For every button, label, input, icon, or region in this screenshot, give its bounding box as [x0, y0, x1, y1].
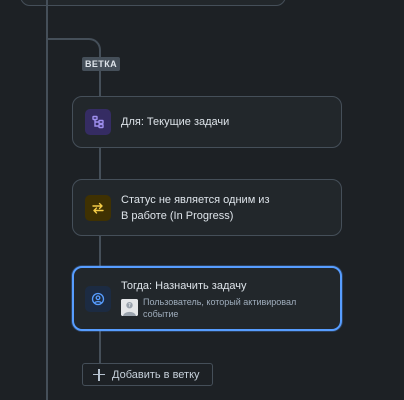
user-avatar: ? [121, 299, 138, 316]
rule-builder-canvas: ВЕТКА Для: Текущие задачи Статус не явля… [0, 0, 404, 400]
card-title: Для: Текущие задачи [121, 116, 230, 128]
swap-arrows-icon [85, 194, 111, 221]
action-subtitle-continued: событие [143, 308, 179, 319]
branch-label: ВЕТКА [82, 57, 120, 71]
add-to-branch-button[interactable]: Добавить в ветку [82, 363, 213, 386]
condition-card[interactable]: Статус не является одним из В работе (In… [72, 179, 342, 236]
action-title: Тогда: Назначить задачу [121, 279, 247, 292]
action-card-selected[interactable]: Тогда: Назначить задачу ? Пользователь, … [72, 266, 342, 331]
previous-component-card[interactable] [20, 0, 286, 6]
condition-value: В работе (In Progress) [121, 209, 234, 222]
action-subtitle: Пользователь, который активировал [143, 296, 297, 307]
plus-icon [93, 368, 105, 381]
branch-for-card[interactable]: Для: Текущие задачи [72, 96, 342, 148]
add-to-branch-label: Добавить в ветку [112, 368, 200, 381]
condition-title: Статус не является одним из [121, 193, 270, 206]
branch-structure-icon [85, 109, 111, 135]
svg-text:?: ? [128, 303, 131, 309]
user-circle-icon [85, 285, 111, 312]
